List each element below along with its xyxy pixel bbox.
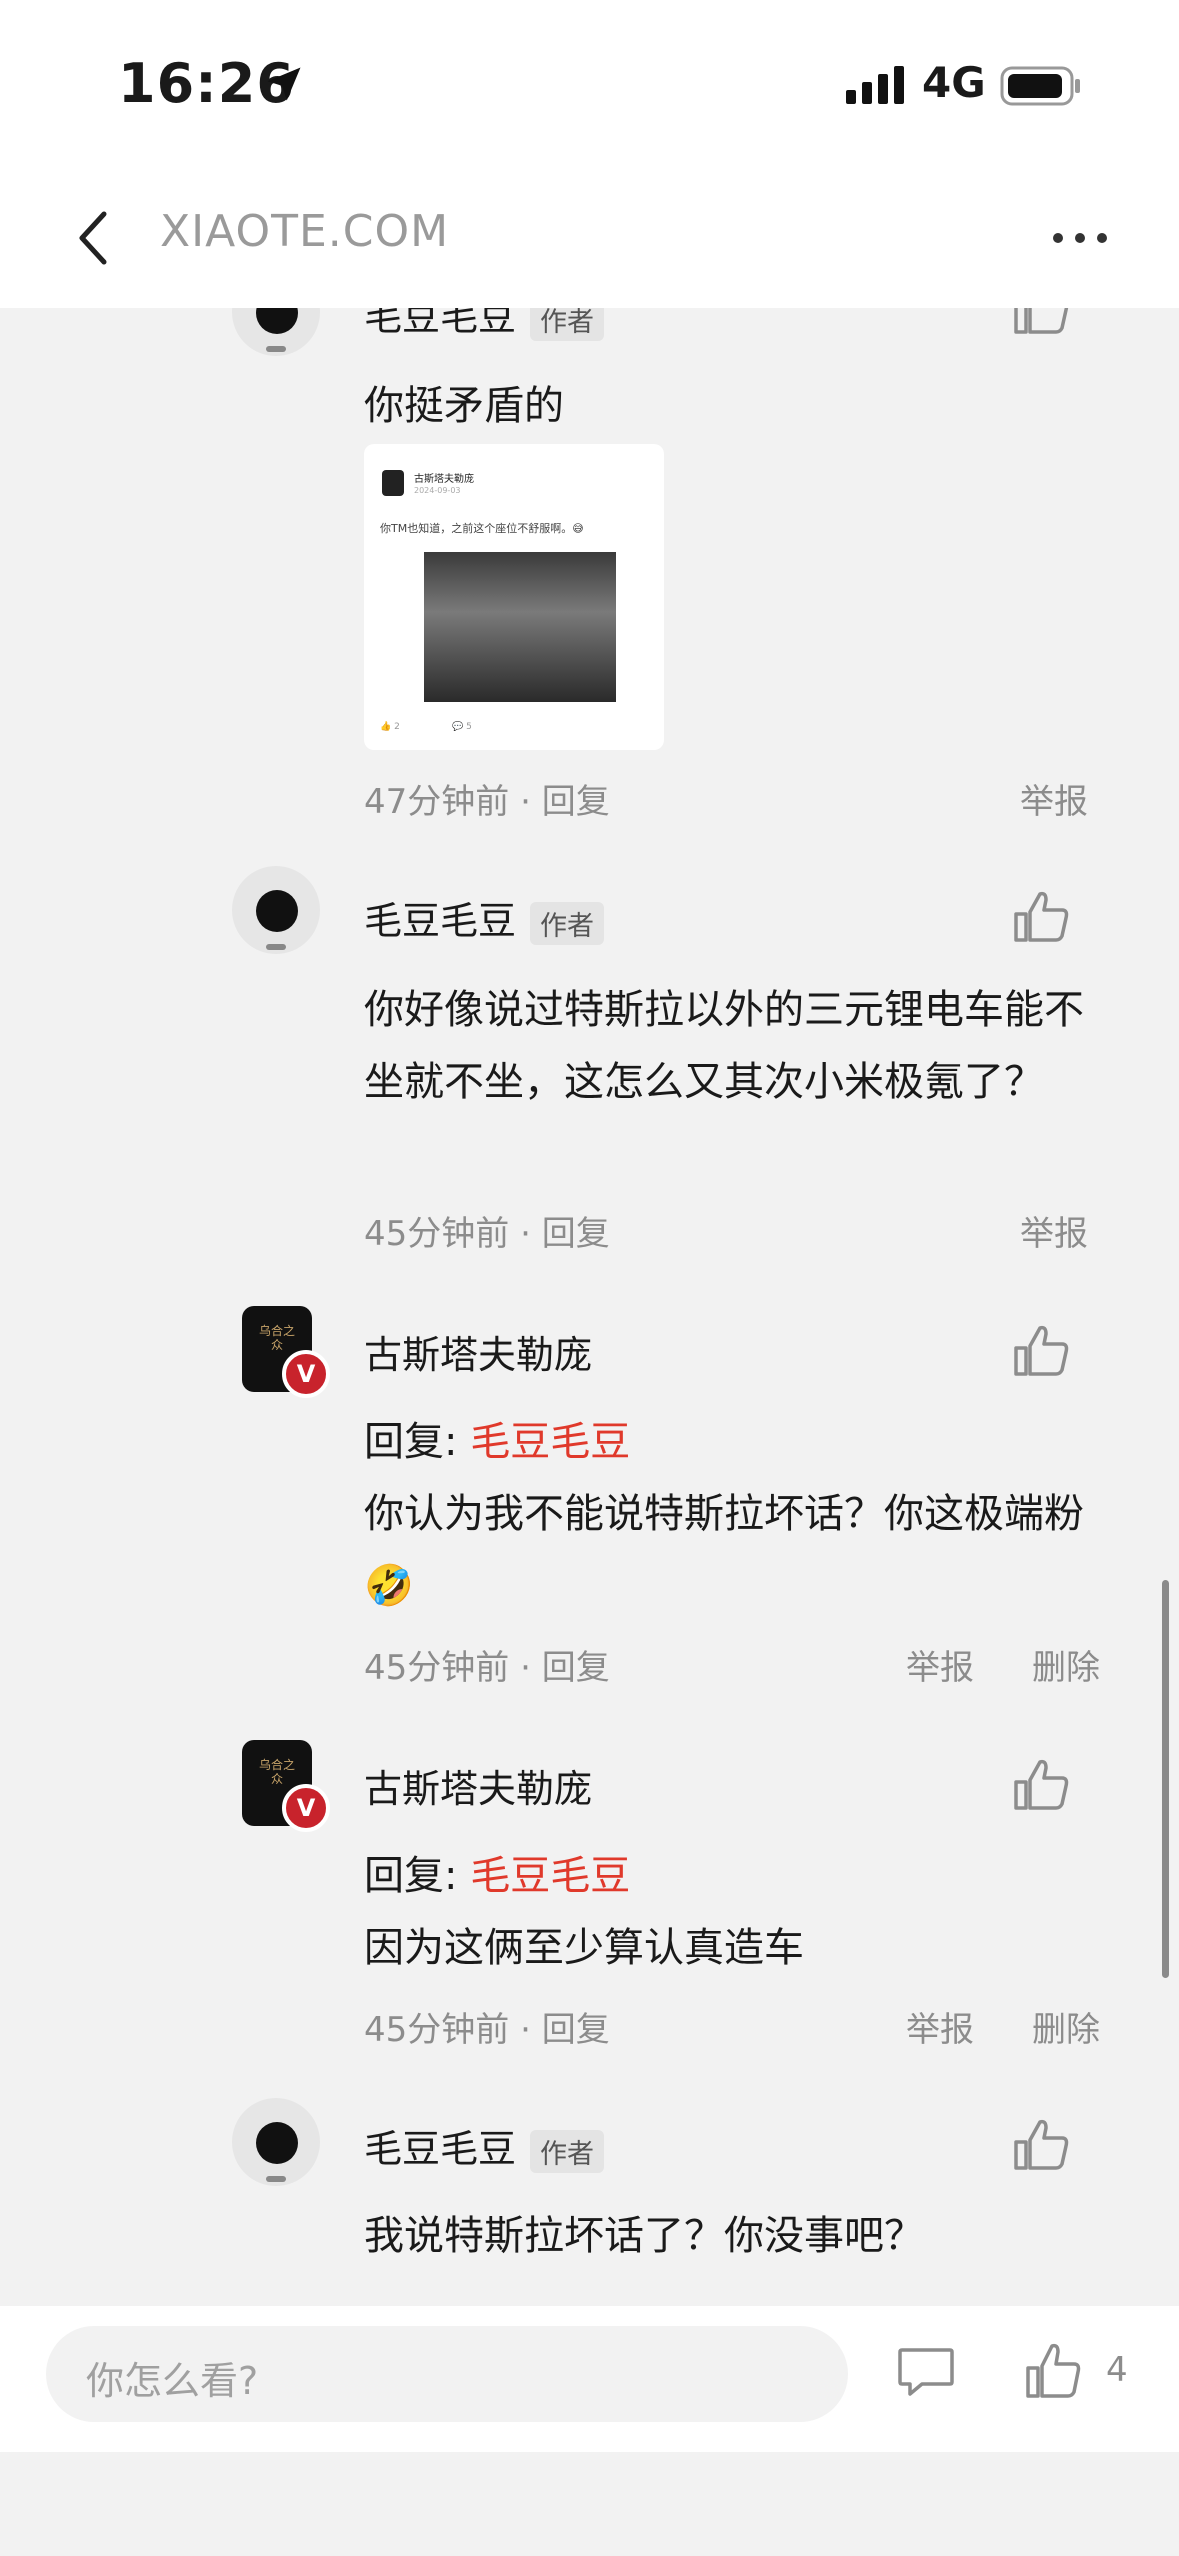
author-tag: 作者 [530, 2130, 605, 2173]
thumb-up-icon[interactable] [1012, 1324, 1070, 1378]
avatar[interactable] [232, 308, 320, 356]
username[interactable]: 古斯塔夫勒庞 [364, 1324, 592, 1379]
report-link[interactable]: 举报 [906, 1640, 974, 1689]
location-arrow-icon [267, 67, 301, 101]
delete-link[interactable]: 删除 [1032, 2002, 1100, 2051]
reply-line: 回复: 毛豆毛豆 [364, 1853, 631, 1899]
thumb-up-icon[interactable] [1012, 890, 1070, 944]
reply-link[interactable]: 回复 [542, 782, 610, 822]
embedded-post-image[interactable]: 古斯塔夫勒庞 2024-09-03 你TM也知道，之前这个座位不舒服啊。😅 👍 … [364, 444, 664, 750]
back-arrow-icon[interactable] [70, 208, 120, 268]
signal-icon [846, 66, 904, 104]
nav-header: XIAOTE.COM [0, 170, 1179, 308]
avatar[interactable] [232, 866, 320, 954]
comment-text: 回复: 毛豆毛豆 你认为我不能说特斯拉坏话？你这极端粉🤣 [364, 1406, 1104, 1622]
comment-body-text: 因为这俩至少算认真造车 [364, 1925, 804, 1971]
report-link[interactable]: 举报 [906, 2002, 974, 2051]
verified-badge-icon: V [282, 1350, 330, 1398]
comment-bubble-icon[interactable] [896, 2344, 956, 2400]
more-dots-icon[interactable] [1050, 218, 1110, 258]
embed-date: 2024-09-03 [414, 486, 461, 495]
reply-to-user[interactable]: 毛豆毛豆 [470, 1419, 630, 1465]
reply-to-user[interactable]: 毛豆毛豆 [470, 1853, 630, 1899]
avatar[interactable] [232, 2098, 320, 2186]
status-bar: 16:26 4G [0, 0, 1179, 170]
thumb-up-icon[interactable] [1012, 2118, 1070, 2172]
comment-time: 45分钟前 [364, 1648, 510, 1688]
comment-input-placeholder: 你怎么看? [86, 2359, 259, 2403]
bottom-action-bar: 你怎么看? 4 [0, 2306, 1179, 2452]
embed-avatar [382, 470, 404, 496]
reply-link[interactable]: 回复 [542, 1214, 610, 1254]
embed-text: 你TM也知道，之前这个座位不舒服啊。😅 [380, 522, 584, 535]
username[interactable]: 毛豆毛豆 作者 [364, 308, 605, 341]
comment-meta: 45分钟前 · 回复 [364, 1648, 610, 1688]
verified-badge-icon: V [282, 1784, 330, 1832]
report-link[interactable]: 举报 [1020, 774, 1088, 823]
comment-meta: 47分钟前 · 回复 [364, 782, 610, 822]
comment-text: 回复: 毛豆毛豆 因为这俩至少算认真造车 [364, 1840, 1104, 1984]
comment-input[interactable]: 你怎么看? [46, 2326, 848, 2422]
delete-link[interactable]: 删除 [1032, 1640, 1100, 1689]
author-tag: 作者 [530, 902, 605, 945]
reply-link[interactable]: 回复 [542, 1648, 610, 1688]
report-link[interactable]: 举报 [1020, 1206, 1088, 1255]
username[interactable]: 毛豆毛豆 作者 [364, 2118, 605, 2173]
username[interactable]: 古斯塔夫勒庞 [364, 1758, 592, 1813]
comment-time: 47分钟前 [364, 782, 510, 822]
comment-time: 45分钟前 [364, 1214, 510, 1254]
embed-footer: 👍 2 💬 5 [380, 722, 472, 732]
like-count: 4 [1106, 2350, 1128, 2390]
comment-text: 你好像说过特斯拉以外的三元锂电车能不坐就不坐，这怎么又其次小米极氪了？ [364, 987, 1084, 1105]
reply-link[interactable]: 回复 [542, 2010, 610, 2050]
embed-author: 古斯塔夫勒庞 [414, 474, 474, 485]
thumb-up-icon[interactable] [1012, 1758, 1070, 1812]
comment-list[interactable]: 毛豆毛豆 作者 你挺矛盾的 古斯塔夫勒庞 2024-09-03 你TM也知道，之前… [0, 308, 1179, 2306]
network-type: 4G [922, 58, 986, 107]
battery-icon [1000, 66, 1080, 106]
comment-meta: 45分钟前 · 回复 [364, 2010, 610, 2050]
comment-body-text: 你认为我不能说特斯拉坏话？你这极端粉🤣 [364, 1491, 1084, 1609]
thumb-up-icon[interactable] [1024, 2342, 1082, 2400]
thumb-up-icon[interactable] [1012, 308, 1070, 336]
reply-line: 回复: 毛豆毛豆 [364, 1419, 631, 1465]
comment-time: 45分钟前 [364, 2010, 510, 2050]
username[interactable]: 毛豆毛豆 作者 [364, 890, 605, 945]
site-title: XIAOTE.COM [160, 206, 450, 257]
comment-text: 我说特斯拉坏话了？你没事吧？ [364, 2213, 924, 2259]
comment-meta: 45分钟前 · 回复 [364, 1214, 610, 1254]
embed-photo [424, 552, 616, 702]
comment-text: 你挺矛盾的 [364, 383, 564, 429]
scrollbar[interactable] [1162, 1580, 1169, 1978]
author-tag: 作者 [530, 308, 605, 341]
